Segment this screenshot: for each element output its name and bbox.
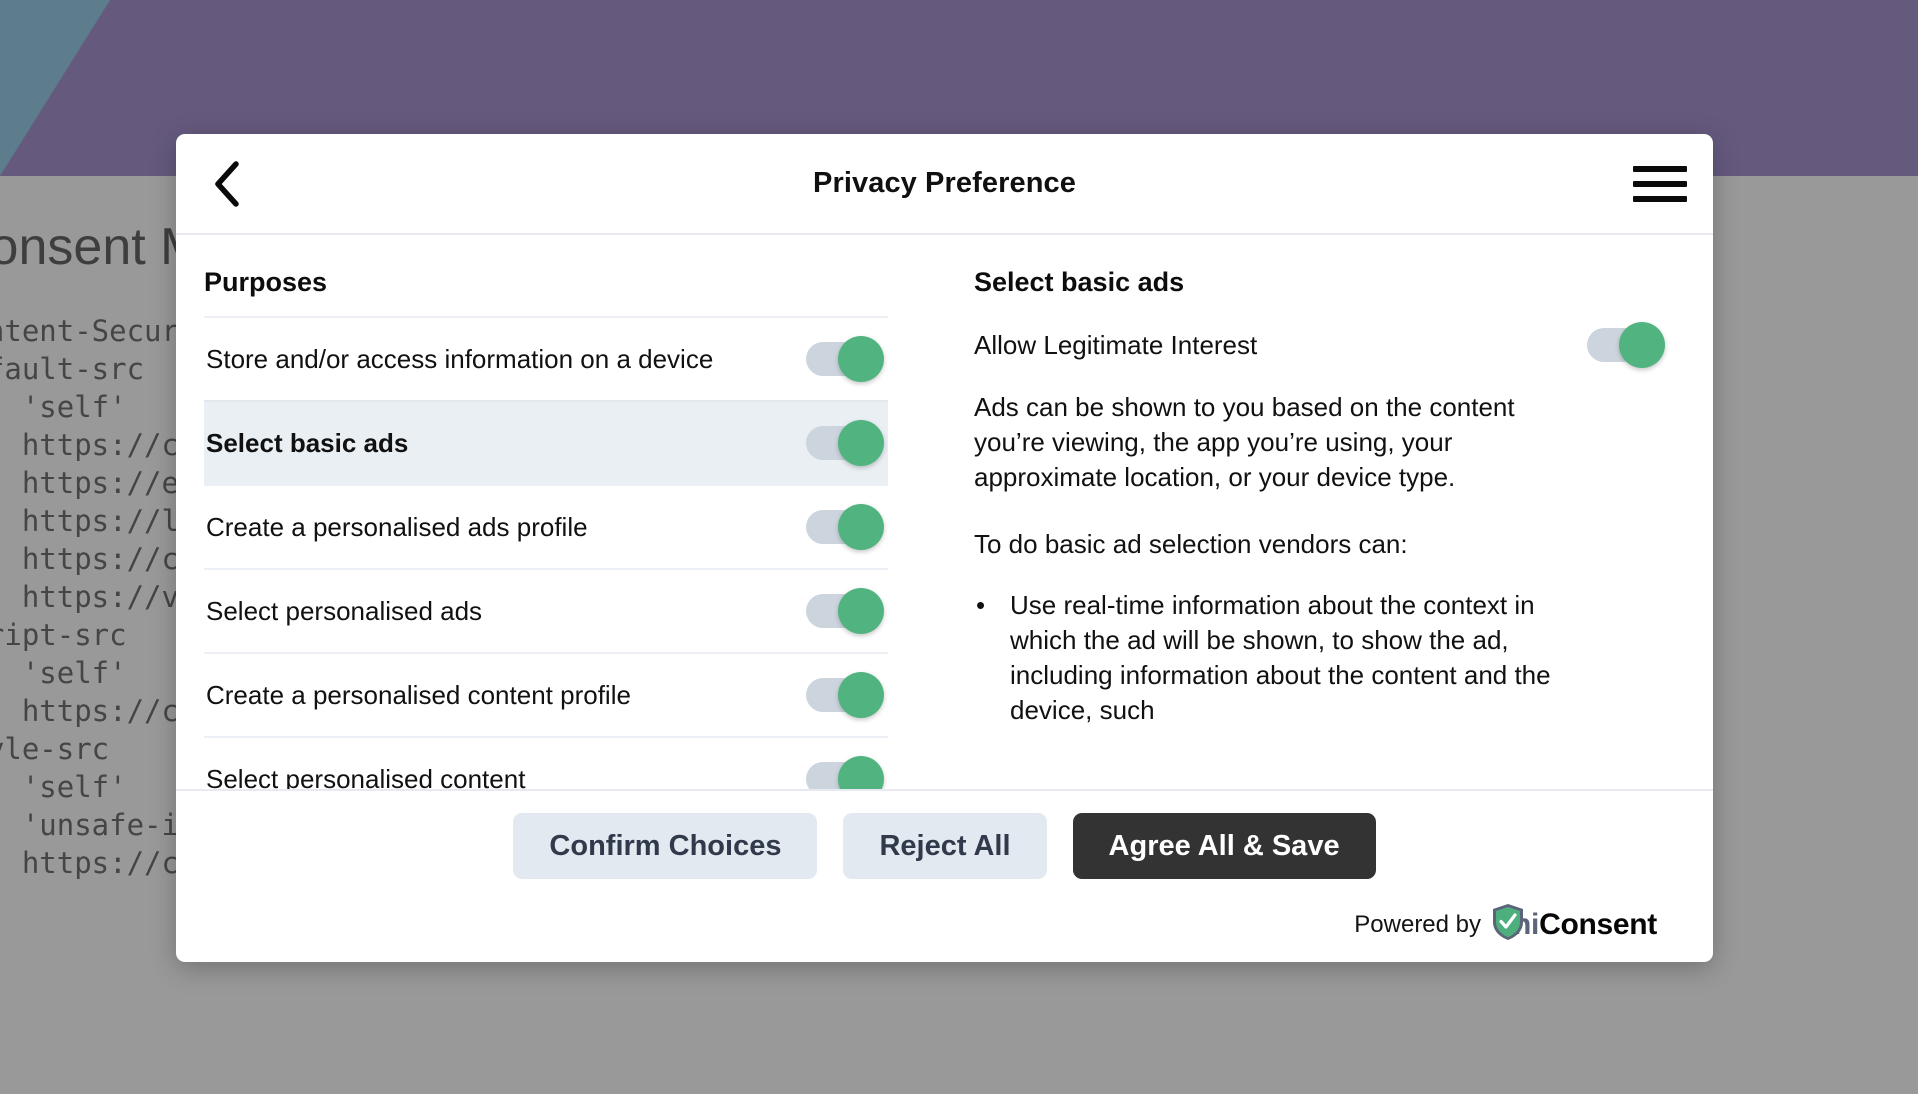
purpose-toggle[interactable] [806, 426, 884, 460]
dialog-title: Privacy Preference [176, 167, 1713, 200]
toggle-knob [838, 336, 884, 382]
purpose-list-item-selected[interactable]: Select basic ads [204, 400, 888, 484]
purpose-label: Store and/or access information on a dev… [206, 344, 713, 375]
dialog-header: Privacy Preference [176, 134, 1713, 235]
toggle-knob [838, 504, 884, 550]
legitimate-interest-row: Allow Legitimate Interest [974, 328, 1673, 362]
purpose-label: Create a personalised ads profile [206, 512, 588, 543]
dialog-body: Purposes Store and/or access information… [176, 235, 1713, 791]
uniconsent-logo[interactable]: ni Consent [1491, 903, 1657, 946]
chevron-left-icon [212, 160, 242, 208]
toggle-knob [838, 588, 884, 634]
purpose-toggle[interactable] [806, 594, 884, 628]
legitimate-interest-toggle[interactable] [1587, 328, 1665, 362]
powered-by-label: Powered by [1354, 911, 1481, 939]
footer-action-buttons: Confirm Choices Reject All Agree All & S… [208, 813, 1681, 879]
purpose-toggle[interactable] [806, 510, 884, 544]
purpose-detail-panel: Select basic ads Allow Legitimate Intere… [916, 235, 1713, 789]
confirm-choices-button[interactable]: Confirm Choices [513, 813, 817, 879]
detail-description: Ads can be shown to you based on the con… [974, 390, 1584, 495]
purpose-list-item[interactable]: Store and/or access information on a dev… [204, 316, 888, 400]
purpose-list-item[interactable]: Create a personalised ads profile [204, 484, 888, 568]
dialog-footer: Confirm Choices Reject All Agree All & S… [176, 791, 1713, 962]
purposes-list: Store and/or access information on a dev… [204, 316, 888, 789]
vendors-intro-text: To do basic ad selection vendors can: [974, 527, 1584, 562]
hamburger-menu-icon-bar [1633, 181, 1687, 187]
header-accent-triangle [0, 0, 110, 176]
purpose-label: Select basic ads [206, 428, 408, 459]
toggle-knob [838, 420, 884, 466]
back-button[interactable] [200, 157, 254, 211]
purpose-label: Create a personalised content profile [206, 680, 631, 711]
privacy-preference-dialog: Privacy Preference Purposes Store and/or… [176, 134, 1713, 962]
reject-all-button[interactable]: Reject All [843, 813, 1046, 879]
hamburger-menu-button[interactable] [1633, 161, 1687, 207]
purposes-panel: Purposes Store and/or access information… [176, 235, 916, 789]
purpose-list-item[interactable]: Select personalised content [204, 736, 888, 789]
powered-by-branding: Powered by ni Consent [208, 903, 1681, 946]
purpose-list-item[interactable]: Create a personalised content profile [204, 652, 888, 736]
brand-name-consent: Consent [1539, 908, 1657, 942]
hamburger-menu-icon-bar [1633, 166, 1687, 172]
toggle-knob [1619, 322, 1665, 368]
vendor-capability-item: Use real-time information about the cont… [974, 588, 1604, 728]
purpose-toggle[interactable] [806, 678, 884, 712]
purpose-toggle[interactable] [806, 342, 884, 376]
toggle-knob [838, 672, 884, 718]
shield-check-icon [1491, 903, 1525, 946]
purpose-label: Select personalised ads [206, 596, 482, 627]
purpose-list-item[interactable]: Select personalised ads [204, 568, 888, 652]
purpose-label: Select personalised content [206, 764, 525, 790]
agree-all-save-button[interactable]: Agree All & Save [1073, 813, 1376, 879]
purposes-heading: Purposes [204, 261, 888, 316]
vendor-capability-list: Use real-time information about the cont… [974, 588, 1673, 728]
legitimate-interest-label: Allow Legitimate Interest [974, 330, 1257, 361]
purpose-toggle[interactable] [806, 762, 884, 789]
toggle-knob [838, 756, 884, 789]
detail-title: Select basic ads [974, 261, 1673, 298]
hamburger-menu-icon-bar [1633, 196, 1687, 202]
page-root: Consent Management Content-Security-Poli… [0, 0, 1918, 1094]
